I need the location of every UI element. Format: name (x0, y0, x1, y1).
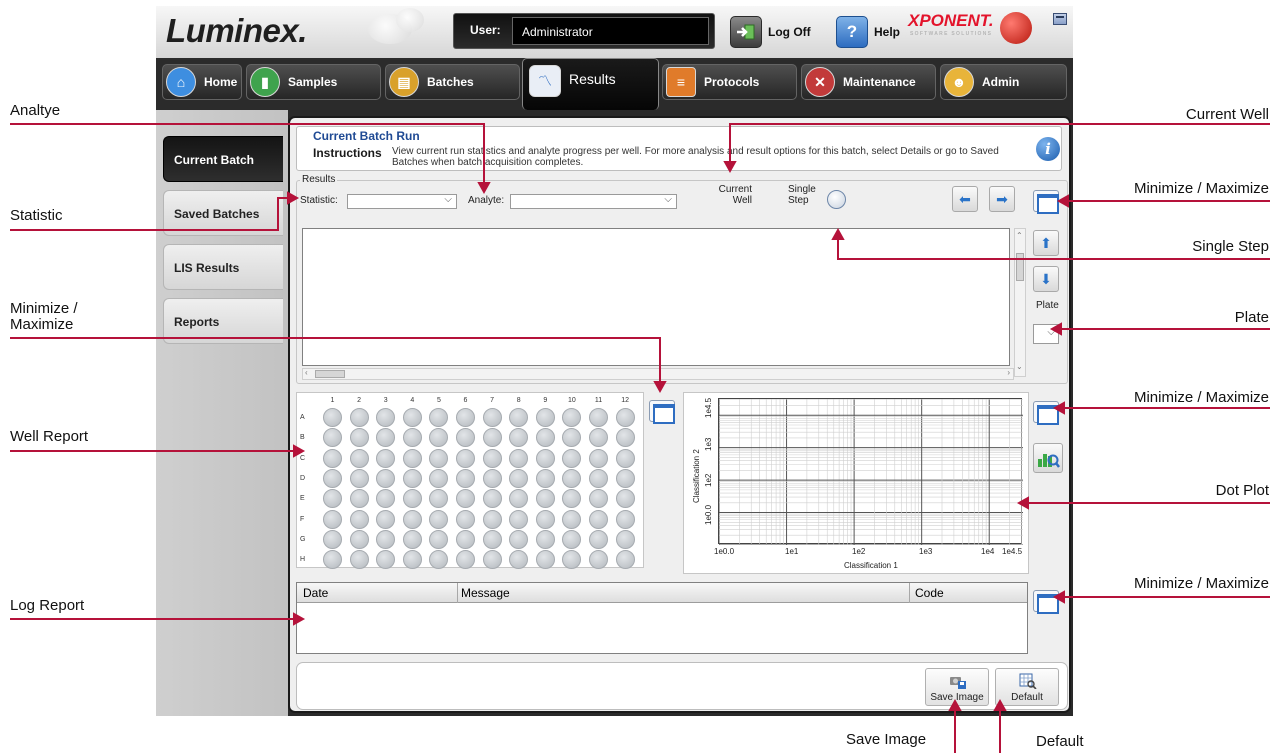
callout-dot-plot: Dot Plot (1215, 482, 1269, 499)
callout-save-image: Save Image (846, 731, 927, 748)
callout-minimize-maximize-3: Minimize / Maximize (1133, 575, 1269, 592)
leader-arrowhead (1016, 496, 1029, 510)
leader-current-well (729, 123, 1270, 162)
leader-arrowhead (287, 191, 300, 205)
leader-arrowhead (1049, 322, 1062, 336)
callout-minimize-maximize-1: Minimize / Maximize (1133, 180, 1269, 197)
leader-arrowhead (831, 227, 845, 240)
leader-arrowhead (723, 161, 737, 174)
callout-minimize-maximize-2: Minimize / Maximize (1133, 389, 1269, 406)
leader-arrowhead (1052, 401, 1065, 415)
leader-arrowhead (653, 381, 667, 394)
callout-default: Default (1036, 733, 1084, 750)
callout-minimize-maximize-left: Minimize / Maximize (10, 300, 78, 333)
callout-well-report: Well Report (10, 428, 89, 445)
leader-arrowhead (948, 698, 962, 711)
leader-analyte (10, 123, 485, 183)
leader-arrowhead (1056, 194, 1069, 208)
leader-arrowhead (1052, 590, 1065, 604)
callout-analyte: Analtye (10, 102, 61, 119)
leader-arrowhead (293, 444, 306, 458)
callout-plate: Plate (1234, 309, 1269, 326)
leader-arrowhead (993, 698, 1007, 711)
leader-arrowhead (477, 182, 491, 195)
annotated-screenshot: Luminex. User: Administrator Log Off ? H… (0, 0, 1279, 753)
callout-statistic: Statistic (10, 207, 63, 224)
callout-leader-lines (10, 123, 1270, 753)
callout-current-well: Current Well (1185, 106, 1269, 123)
callout-log-report: Log Report (10, 597, 85, 614)
leader-arrowhead (293, 612, 306, 626)
leader-minimize-left (10, 337, 661, 382)
callout-single-step: Single Step (1192, 238, 1269, 255)
